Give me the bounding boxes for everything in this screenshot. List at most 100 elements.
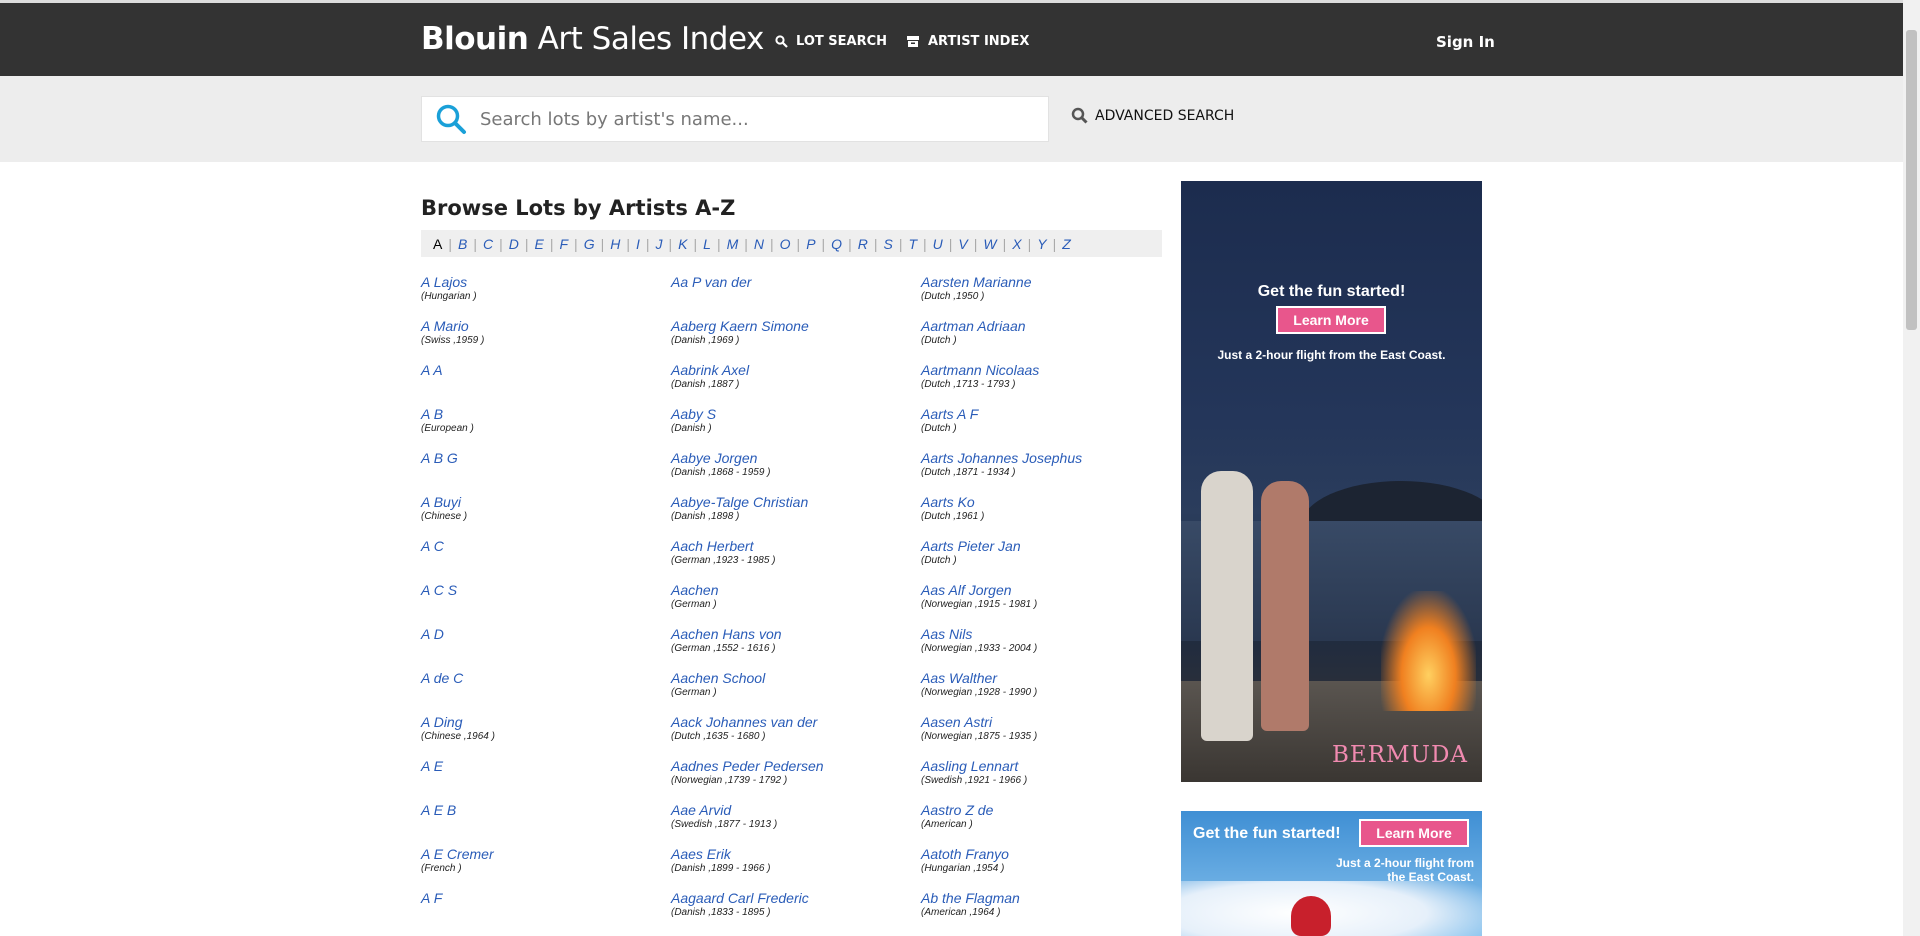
nav-lot-search[interactable]: LOT SEARCH (775, 34, 887, 49)
letter-link-x[interactable]: X (1006, 236, 1027, 252)
artist-link[interactable]: Aarsten Marianne (921, 274, 1161, 290)
artist-meta: (Chinese ,1964 ) (421, 731, 495, 742)
artist-link[interactable]: Aas Walther (921, 670, 1161, 686)
ad-fire-image (1381, 591, 1476, 711)
nav-artist-index[interactable]: ARTIST INDEX (906, 34, 1029, 49)
list-item: Aack Johannes van der (Dutch ,1635 - 1680… (671, 714, 911, 758)
page-scrollbar[interactable] (1903, 0, 1920, 936)
search-input[interactable] (480, 99, 1020, 139)
artist-link[interactable]: Aabye Jorgen (671, 450, 911, 466)
artist-link[interactable]: Aarts A F (921, 406, 1161, 422)
letter-link-e[interactable]: E (529, 236, 550, 252)
letter-link-r[interactable]: R (852, 236, 874, 252)
letter-link-t[interactable]: T (902, 236, 923, 252)
artist-link[interactable]: Aachen (671, 582, 911, 598)
artist-link[interactable]: A A (421, 362, 661, 378)
sign-in-link[interactable]: Sign In (1436, 33, 1495, 51)
artist-link[interactable]: Aachen School (671, 670, 911, 686)
scrollbar-thumb[interactable] (1906, 30, 1917, 330)
artist-link[interactable]: Aagaard Carl Frederic (671, 890, 911, 906)
artist-link[interactable]: Aaberg Kaern Simone (671, 318, 911, 334)
artist-link[interactable]: A D (421, 626, 661, 642)
artist-link[interactable]: A B (421, 406, 661, 422)
letter-link-w[interactable]: W (977, 236, 1002, 252)
artist-link[interactable]: A Ding (421, 714, 661, 730)
letter-link-a[interactable]: A (427, 236, 448, 252)
letter-link-j[interactable]: J (650, 236, 669, 252)
letter-link-d[interactable]: D (503, 236, 525, 252)
ad-learn-more-button[interactable]: Learn More (1359, 819, 1469, 847)
letter-link-o[interactable]: O (774, 236, 797, 252)
letter-link-c[interactable]: C (477, 236, 499, 252)
artist-link[interactable]: Aasling Lennart (921, 758, 1161, 774)
list-item: Aa P van der (671, 274, 911, 318)
letter-link-g[interactable]: G (578, 236, 601, 252)
site-logo[interactable]: Blouin Art Sales Index (421, 21, 764, 57)
letter-link-m[interactable]: M (721, 236, 745, 252)
artist-link[interactable]: Aabrink Axel (671, 362, 911, 378)
list-item: A C S (421, 582, 661, 626)
artist-meta: (Dutch ,1871 - 1934 ) (921, 467, 1016, 478)
letter-link-b[interactable]: B (452, 236, 473, 252)
letter-link-n[interactable]: N (748, 236, 770, 252)
list-item: A C (421, 538, 661, 582)
artist-link[interactable]: A E B (421, 802, 661, 818)
artist-link[interactable]: Aae Arvid (671, 802, 911, 818)
artist-link[interactable]: A B G (421, 450, 661, 466)
artist-link[interactable]: Aasen Astri (921, 714, 1161, 730)
letter-link-f[interactable]: F (553, 236, 574, 252)
advertisement-bermuda-tall[interactable]: Get the fun started! Learn More Just a 2… (1181, 181, 1482, 782)
artist-link[interactable]: A E (421, 758, 661, 774)
letter-link-i[interactable]: I (630, 236, 646, 252)
letter-link-l[interactable]: L (697, 236, 717, 252)
letter-link-p[interactable]: P (800, 236, 821, 252)
artist-link[interactable]: Aarts Johannes Josephus (921, 450, 1161, 466)
letter-link-u[interactable]: U (927, 236, 949, 252)
artist-link[interactable]: A Buyi (421, 494, 661, 510)
artist-link[interactable]: Aaby S (671, 406, 911, 422)
artist-link[interactable]: Aa P van der (671, 274, 911, 290)
artist-link[interactable]: Aachen Hans von (671, 626, 911, 642)
artist-link[interactable]: Aas Nils (921, 626, 1161, 642)
letter-link-q[interactable]: Q (825, 236, 848, 252)
artist-link[interactable]: A F (421, 890, 661, 906)
artist-meta: (Danish ,1833 - 1895 ) (671, 907, 771, 918)
artist-link[interactable]: A Lajos (421, 274, 661, 290)
artist-link[interactable]: Aartmann Nicolaas (921, 362, 1161, 378)
artist-link[interactable]: Aatoth Franyo (921, 846, 1161, 862)
list-item: A E B (421, 802, 661, 846)
artist-link[interactable]: Aas Alf Jorgen (921, 582, 1161, 598)
advanced-search-link[interactable]: ADVANCED SEARCH (1071, 107, 1234, 124)
artist-link[interactable]: Aastro Z de (921, 802, 1161, 818)
letter-link-h[interactable]: H (604, 236, 626, 252)
artist-link[interactable]: A E Cremer (421, 846, 661, 862)
artist-link[interactable]: Aaes Erik (671, 846, 911, 862)
letter-link-z[interactable]: Z (1056, 236, 1077, 252)
artist-link[interactable]: A Mario (421, 318, 661, 334)
brand-bold: Blouin (421, 21, 529, 57)
letter-link-k[interactable]: K (672, 236, 693, 252)
list-item: A Buyi (Chinese ) (421, 494, 661, 538)
artist-link[interactable]: Aartman Adriaan (921, 318, 1161, 334)
artist-link[interactable]: Aach Herbert (671, 538, 911, 554)
letter-link-s[interactable]: S (877, 236, 898, 252)
artist-link[interactable]: Aack Johannes van der (671, 714, 911, 730)
artist-link[interactable]: A C S (421, 582, 661, 598)
search-icon[interactable] (422, 96, 480, 142)
ad-learn-more-button[interactable]: Learn More (1276, 306, 1386, 334)
letter-link-v[interactable]: V (952, 236, 973, 252)
artist-meta: (Dutch ,1635 - 1680 ) (671, 731, 766, 742)
artist-link[interactable]: Aabye-Talge Christian (671, 494, 911, 510)
artist-link[interactable]: A C (421, 538, 661, 554)
top-navigation-bar: Blouin Art Sales Index LOT SEARCH ARTIST… (0, 0, 1903, 76)
artist-link[interactable]: Aarts Ko (921, 494, 1161, 510)
nav-artist-index-label: ARTIST INDEX (928, 34, 1030, 49)
artist-link[interactable]: Aadnes Peder Pedersen (671, 758, 911, 774)
search-box (421, 96, 1049, 142)
letter-link-y[interactable]: Y (1031, 236, 1052, 252)
artist-link[interactable]: Ab the Flagman (921, 890, 1161, 906)
advertisement-bermuda-banner[interactable]: Get the fun started! Learn More Just a 2… (1181, 811, 1482, 936)
artist-link[interactable]: Aarts Pieter Jan (921, 538, 1161, 554)
list-item: Aarts A F (Dutch ) (921, 406, 1161, 450)
artist-link[interactable]: A de C (421, 670, 661, 686)
